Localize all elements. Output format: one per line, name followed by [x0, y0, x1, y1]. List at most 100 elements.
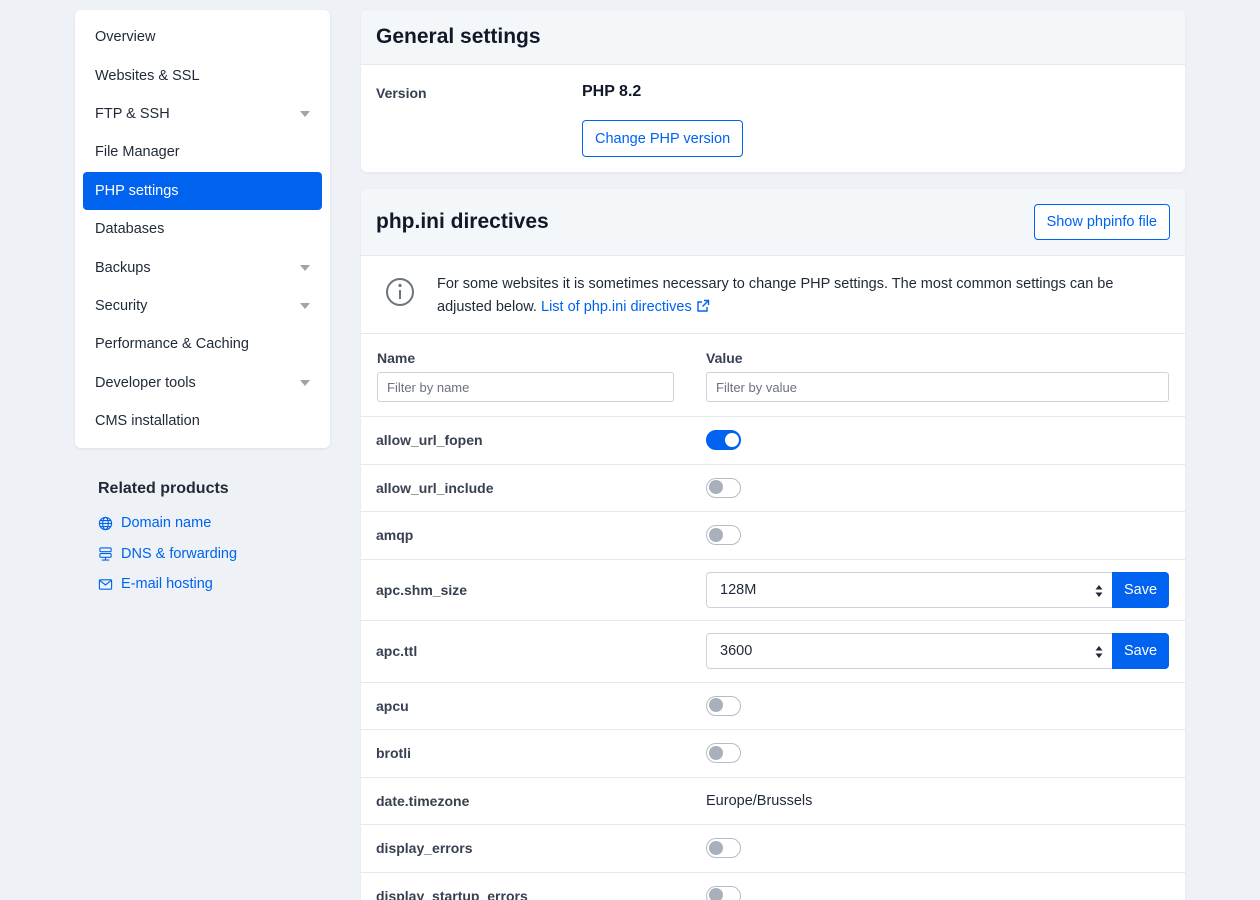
- related-link-email-hosting[interactable]: E-mail hosting: [98, 569, 328, 600]
- column-header-value: Value: [706, 350, 743, 366]
- sidebar-item-label: Databases: [95, 221, 165, 238]
- show-phpinfo-button[interactable]: Show phpinfo file: [1033, 204, 1170, 240]
- info-notice: For some websites it is sometimes necess…: [361, 256, 1185, 334]
- directives-card: php.ini directives Show phpinfo file For…: [361, 189, 1185, 900]
- general-settings-header: General settings: [361, 10, 1185, 65]
- directive-name: allow_url_include: [376, 479, 494, 496]
- related-link-dns-forwarding[interactable]: DNS & forwarding: [98, 539, 328, 570]
- sidebar-nav: Overview Websites & SSL FTP & SSH File M…: [75, 10, 330, 448]
- filter-by-name-input[interactable]: [377, 372, 674, 402]
- sidebar-item-backups[interactable]: Backups: [83, 248, 322, 286]
- table-row: amqp: [361, 512, 1185, 560]
- toggle-knob: [708, 527, 723, 542]
- sidebar-item-label: Websites & SSL: [95, 67, 200, 84]
- directive-name: amqp: [376, 527, 414, 544]
- external-link-icon: [697, 299, 709, 312]
- filter-area: Name Value: [361, 334, 1185, 417]
- php-ini-directives-link[interactable]: List of php.ini directives: [541, 299, 710, 315]
- column-header-name: Name: [377, 350, 416, 366]
- directives-header: php.ini directives Show phpinfo file: [361, 189, 1185, 256]
- toggle-display-startup-errors[interactable]: [706, 885, 741, 900]
- select-arrows-icon: [1095, 646, 1103, 659]
- toggle-allow-url-include[interactable]: [706, 477, 741, 498]
- caret-down-icon: [300, 110, 310, 117]
- table-row: allow_url_fopen: [361, 417, 1185, 465]
- sidebar-item-label: Overview: [95, 29, 156, 46]
- related-link-label: DNS & forwarding: [121, 545, 238, 562]
- sidebar-item-performance-caching[interactable]: Performance & Caching: [83, 325, 322, 363]
- toggle-allow-url-fopen[interactable]: [706, 430, 741, 451]
- table-row: brotli: [361, 730, 1185, 778]
- directives-title: php.ini directives: [376, 210, 549, 233]
- sidebar-item-security[interactable]: Security: [83, 287, 322, 325]
- table-row: display_errors: [361, 825, 1185, 873]
- select-apc-ttl[interactable]: 3600: [706, 633, 1113, 670]
- info-circle-icon: [386, 278, 414, 306]
- directive-name: apc.ttl: [376, 643, 418, 660]
- info-text: For some websites it is sometimes necess…: [437, 276, 1114, 315]
- toggle-display-errors[interactable]: [706, 838, 741, 859]
- sidebar-item-ftp-ssh[interactable]: FTP & SSH: [83, 95, 322, 133]
- sidebar-item-websites-ssl[interactable]: Websites & SSL: [83, 56, 322, 94]
- save-button-apc-shm-size[interactable]: Save: [1112, 571, 1169, 608]
- select-apc-shm-size[interactable]: 128M: [706, 571, 1113, 608]
- save-button-apc-ttl[interactable]: Save: [1112, 633, 1169, 670]
- sidebar-item-label: Developer tools: [95, 374, 196, 391]
- caret-down-icon: [300, 379, 310, 386]
- related-link-domain-name[interactable]: Domain name: [98, 508, 328, 539]
- toggle-knob: [708, 745, 723, 760]
- table-row: allow_url_include: [361, 465, 1185, 512]
- directive-name: date.timezone: [376, 792, 470, 809]
- sidebar-item-developer-tools[interactable]: Developer tools: [83, 364, 322, 402]
- directive-value: Europe/Brussels: [706, 792, 813, 809]
- sidebar-item-label: Backups: [95, 259, 151, 276]
- directive-name: allow_url_fopen: [376, 432, 483, 449]
- sidebar-item-label: PHP settings: [95, 182, 179, 199]
- filter-by-value-input[interactable]: [706, 372, 1169, 402]
- toggle-knob: [708, 698, 723, 713]
- directive-name: apcu: [376, 697, 409, 714]
- change-php-version-button[interactable]: Change PHP version: [582, 120, 744, 157]
- general-settings-body: Version PHP 8.2 Change PHP version: [361, 65, 1185, 172]
- general-settings-title: General settings: [376, 25, 541, 48]
- globe-icon: [98, 516, 113, 530]
- directive-name: brotli: [376, 745, 411, 762]
- sidebar-item-label: File Manager: [95, 144, 180, 161]
- table-row: apc.ttl 3600 Save: [361, 621, 1185, 683]
- dns-server-icon: [99, 547, 112, 561]
- related-link-label: Domain name: [121, 515, 212, 532]
- sidebar-item-overview[interactable]: Overview: [83, 18, 322, 56]
- sidebar-item-databases[interactable]: Databases: [83, 210, 322, 248]
- toggle-knob: [708, 888, 723, 900]
- sidebar-item-label: FTP & SSH: [95, 105, 170, 122]
- caret-down-icon: [300, 302, 310, 309]
- select-value: 128M: [720, 581, 757, 598]
- toggle-amqp[interactable]: [706, 525, 741, 546]
- table-row: apc.shm_size 128M Save: [361, 560, 1185, 621]
- table-row: display_startup_errors: [361, 873, 1185, 900]
- sidebar-item-file-manager[interactable]: File Manager: [83, 133, 322, 171]
- table-row: date.timezone Europe/Brussels: [361, 778, 1185, 825]
- info-text-block: For some websites it is sometimes necess…: [437, 273, 1157, 318]
- toggle-knob: [708, 840, 723, 855]
- sidebar-item-php-settings[interactable]: PHP settings: [83, 171, 322, 210]
- general-settings-card: General settings Version PHP 8.2 Change …: [361, 10, 1185, 172]
- php-ini-directives-link-label: List of php.ini directives: [541, 298, 692, 315]
- caret-down-icon: [300, 264, 310, 271]
- sidebar-item-label: Performance & Caching: [95, 336, 249, 353]
- toggle-brotli[interactable]: [706, 743, 741, 764]
- sidebar-item-label: CMS installation: [95, 413, 200, 430]
- directive-name: display_errors: [376, 840, 473, 857]
- related-products-title: Related products: [98, 480, 229, 497]
- sidebar-item-cms-installation[interactable]: CMS installation: [83, 402, 322, 440]
- sidebar-item-label: Security: [95, 297, 148, 314]
- toggle-knob: [708, 480, 723, 495]
- directive-name: apc.shm_size: [376, 581, 468, 598]
- select-value: 3600: [720, 643, 753, 660]
- toggle-apcu[interactable]: [706, 695, 741, 716]
- version-value: PHP 8.2: [582, 83, 642, 100]
- related-link-label: E-mail hosting: [121, 576, 213, 593]
- directive-name: display_startup_errors: [376, 887, 528, 900]
- toggle-knob: [724, 432, 739, 447]
- related-products: Related products Domain name DNS & forwa…: [98, 480, 328, 600]
